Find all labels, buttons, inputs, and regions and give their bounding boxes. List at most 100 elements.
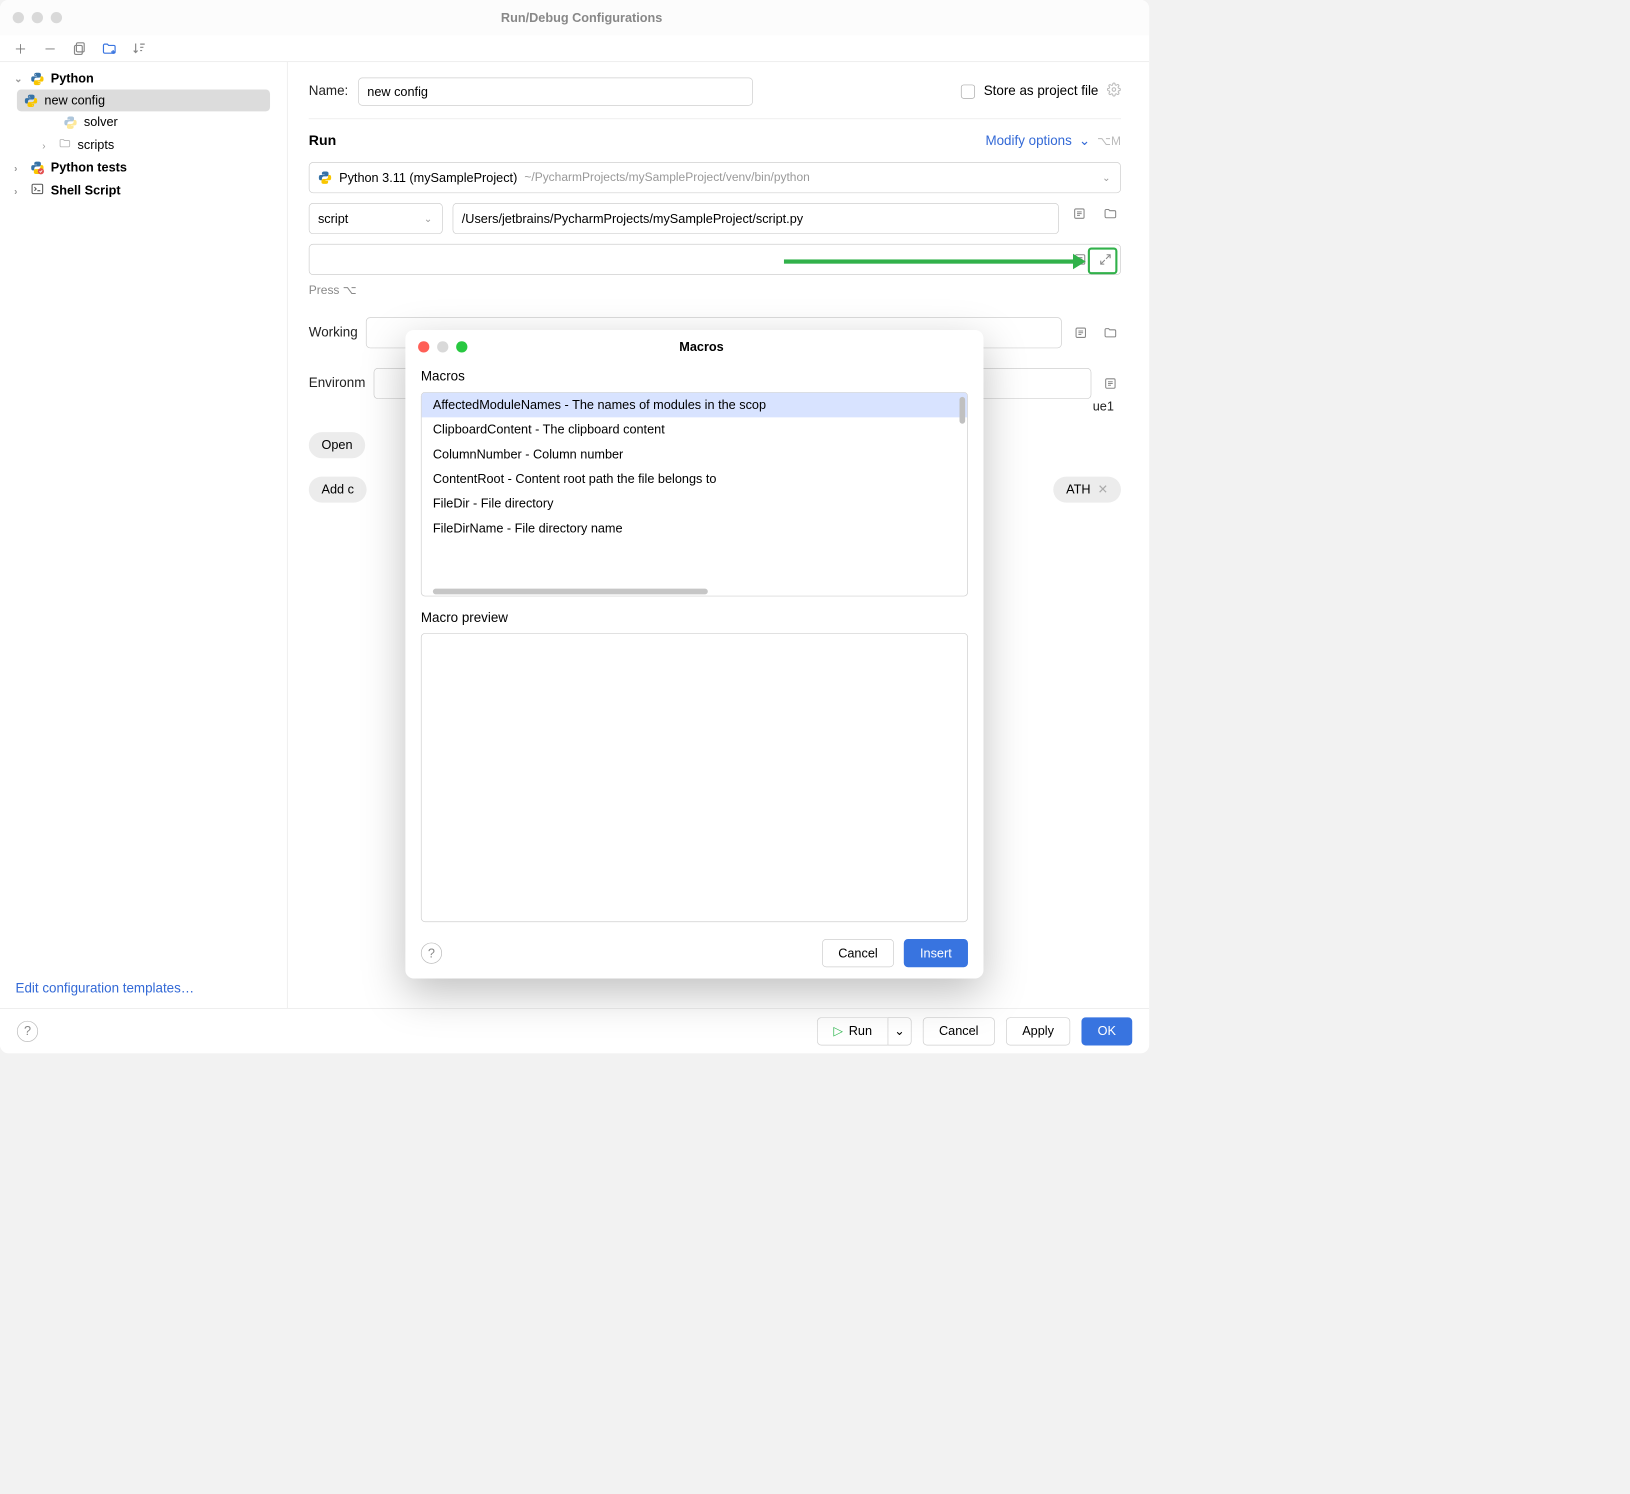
run-debug-config-window: Run/Debug Configurations ＋ － ⌄ Python	[0, 0, 1149, 1053]
tree-node-python[interactable]: ⌄ Python	[0, 68, 287, 90]
chevron-down-icon: ⌄	[1102, 172, 1110, 184]
config-name-input[interactable]	[358, 78, 753, 106]
chevron-down-icon: ⌄	[894, 1024, 905, 1039]
script-path-input[interactable]: /Users/jetbrains/PycharmProjects/mySampl…	[453, 203, 1059, 234]
config-tree-sidebar: ⌄ Python new config solver	[0, 62, 288, 1008]
store-as-project-checkbox[interactable]	[961, 85, 975, 99]
interpreter-path: ~/PycharmProjects/mySampleProject/venv/b…	[524, 171, 809, 185]
browse-icon[interactable]	[1100, 322, 1121, 343]
macros-cancel-button[interactable]: Cancel	[822, 939, 894, 967]
modify-options-link[interactable]: Modify options ⌄ ⌥M	[985, 133, 1121, 149]
sort-icon[interactable]	[131, 41, 147, 57]
copy-config-icon[interactable]	[72, 41, 88, 57]
play-icon: ▷	[833, 1024, 843, 1039]
tree-label: new config	[44, 93, 105, 108]
h-scrollbar[interactable]	[433, 589, 708, 595]
macros-title: Macros	[432, 339, 971, 354]
macro-item[interactable]: FileDir - File directory	[422, 491, 968, 516]
add-config-icon[interactable]: ＋	[13, 41, 29, 57]
macros-icon[interactable]	[1100, 373, 1121, 394]
ok-button[interactable]: OK	[1081, 1017, 1132, 1045]
env-vars-label: Environm	[309, 376, 366, 392]
env-value-trunc: ue1	[1093, 399, 1121, 414]
name-label: Name:	[309, 84, 348, 100]
option-chip-path[interactable]: ATH ✕	[1053, 477, 1121, 503]
macros-list[interactable]: AffectedModuleNames - The names of modul…	[421, 392, 968, 596]
params-hint: Press ⌥	[309, 283, 1121, 297]
tree-node-solver[interactable]: solver	[0, 111, 287, 133]
window-title: Run/Debug Configurations	[27, 10, 1137, 25]
shell-icon	[30, 182, 44, 200]
cancel-button[interactable]: Cancel	[923, 1017, 995, 1045]
macros-insert-button[interactable]: Insert	[904, 939, 968, 967]
python-icon	[24, 93, 38, 107]
annotation-highlight	[1088, 247, 1118, 274]
macros-dialog: Macros Macros AffectedModuleNames - The …	[405, 330, 983, 979]
chip-label: Add c	[321, 482, 353, 497]
macro-preview-label: Macro preview	[421, 611, 968, 627]
run-section-title: Run	[309, 133, 336, 149]
macros-icon[interactable]	[1069, 203, 1090, 224]
option-chip-open[interactable]: Open	[309, 432, 365, 458]
tree-label: Python	[51, 71, 94, 86]
titlebar: Run/Debug Configurations	[0, 0, 1149, 35]
python-tests-icon	[30, 160, 44, 174]
run-button[interactable]: ▷ Run	[817, 1017, 887, 1045]
macro-item[interactable]: ContentRoot - Content root path the file…	[422, 467, 968, 492]
help-icon[interactable]: ?	[17, 1020, 38, 1041]
annotation-arrow-head	[1073, 254, 1086, 270]
chip-label: Open	[321, 438, 352, 453]
tree-node-scripts[interactable]: › scripts	[0, 133, 287, 156]
script-type-select[interactable]: script ⌄	[309, 203, 443, 234]
macro-preview-area	[421, 633, 968, 922]
tree-label: Python tests	[51, 160, 127, 175]
macros-titlebar: Macros	[405, 330, 983, 364]
chip-label: ATH	[1066, 482, 1090, 497]
close-window-icon[interactable]	[13, 12, 24, 23]
apply-button[interactable]: Apply	[1006, 1017, 1070, 1045]
browse-icon[interactable]	[1100, 203, 1121, 224]
help-icon[interactable]: ?	[421, 943, 442, 964]
modify-options-label: Modify options	[985, 134, 1071, 150]
macro-item[interactable]: ClipboardContent - The clipboard content	[422, 417, 968, 442]
tree-label: Shell Script	[51, 183, 121, 198]
gear-icon[interactable]	[1107, 82, 1121, 100]
interpreter-name: Python 3.11 (mySampleProject)	[339, 170, 517, 185]
chevron-down-icon: ⌄	[1079, 133, 1090, 149]
annotation-arrow	[784, 259, 1073, 263]
macros-list-label: Macros	[421, 369, 968, 385]
macros-icon[interactable]	[1070, 322, 1091, 343]
tree-label: scripts	[78, 137, 115, 152]
python-icon	[30, 72, 44, 86]
option-chip-add[interactable]: Add c	[309, 477, 367, 503]
working-dir-label: Working	[309, 325, 358, 341]
chevron-down-icon: ⌄	[14, 73, 24, 85]
tree-label: solver	[84, 115, 118, 130]
macro-item[interactable]: ColumnNumber - Column number	[422, 442, 968, 467]
close-window-icon[interactable]	[418, 341, 429, 352]
edit-templates-link[interactable]: Edit configuration templates…	[16, 981, 195, 997]
chevron-right-icon: ›	[42, 139, 52, 150]
macros-footer: ? Cancel Insert	[405, 928, 983, 979]
store-label: Store as project file	[984, 84, 1099, 100]
script-type-label: script	[318, 211, 348, 226]
folder-icon	[59, 137, 72, 153]
tree-node-python-tests[interactable]: › Python tests	[0, 157, 287, 179]
dialog-footer: ? ▷ Run ⌄ Cancel Apply OK	[0, 1008, 1149, 1053]
tree-node-new-config[interactable]: new config	[17, 90, 270, 112]
close-icon[interactable]: ✕	[1098, 482, 1109, 497]
run-dropdown-button[interactable]: ⌄	[888, 1017, 912, 1045]
run-label: Run	[849, 1024, 872, 1039]
remove-config-icon[interactable]: －	[42, 41, 58, 57]
macro-item[interactable]: AffectedModuleNames - The names of modul…	[422, 393, 968, 418]
python-icon	[63, 115, 77, 129]
chevron-down-icon: ⌄	[424, 213, 432, 225]
v-scrollbar[interactable]	[960, 397, 966, 424]
modify-options-shortcut: ⌥M	[1097, 134, 1121, 148]
new-folder-icon[interactable]	[102, 41, 118, 57]
tree-node-shell-script[interactable]: › Shell Script	[0, 178, 287, 203]
chevron-right-icon: ›	[14, 185, 24, 196]
macro-item[interactable]: FileDirName - File directory name	[422, 516, 968, 541]
interpreter-select[interactable]: Python 3.11 (mySampleProject) ~/PycharmP…	[309, 162, 1121, 193]
run-split-button: ▷ Run ⌄	[817, 1017, 911, 1045]
